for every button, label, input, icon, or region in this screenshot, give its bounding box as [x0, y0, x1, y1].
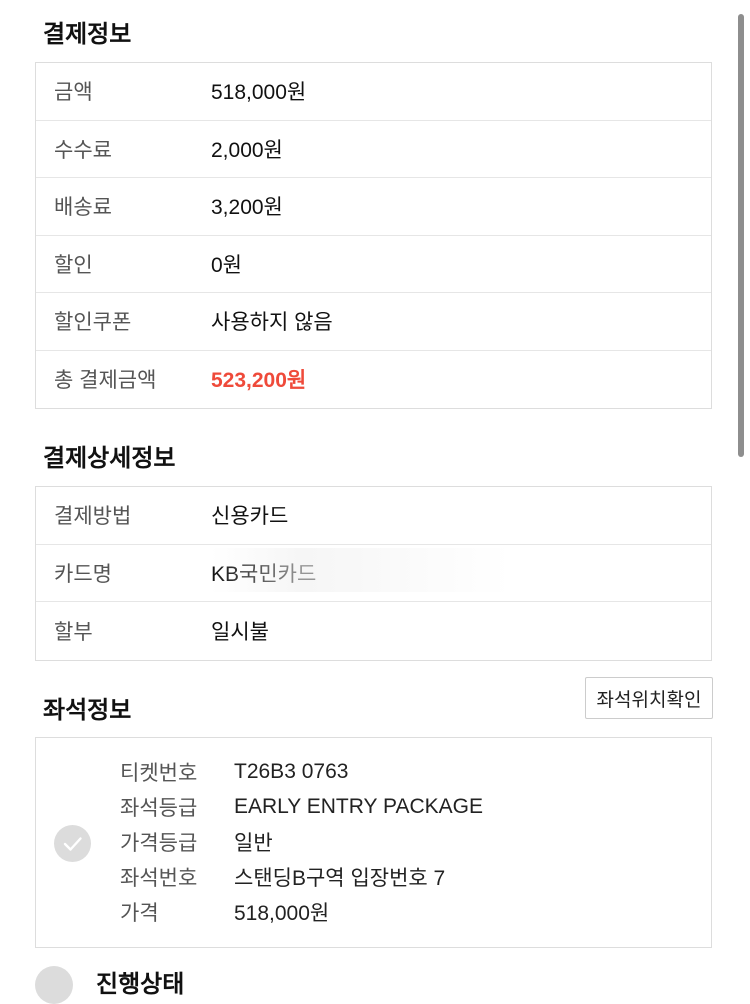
row-label: 카드명	[54, 562, 112, 586]
seat-detail-list: 티켓번호 T26B3 0763 좌석등급 EARLY ENTRY PACKAGE…	[120, 754, 483, 929]
seat-line-seat-grade: 좌석등급 EARLY ENTRY PACKAGE	[120, 789, 483, 824]
row-label: 결제방법	[54, 505, 132, 529]
row-value: 518,000원	[211, 81, 307, 105]
row-label: 할부	[54, 620, 93, 644]
status-circle-icon	[35, 966, 73, 1004]
seat-value: 일반	[234, 831, 273, 855]
row-value: 0원	[211, 253, 242, 277]
payment-detail-title: 결제상세정보	[43, 445, 176, 472]
seat-label: 티켓번호	[120, 761, 198, 785]
payment-info-title: 결제정보	[43, 21, 132, 48]
seat-info-title: 좌석정보	[43, 697, 132, 724]
seat-line-price: 가격 518,000원	[120, 894, 483, 929]
payment-row-fee: 수수료 2,000원	[36, 121, 711, 178]
seat-label: 가격등급	[120, 831, 198, 855]
seat-label: 좌석번호	[120, 866, 198, 890]
seat-value: 518,000원	[234, 901, 330, 925]
payment-row-discount: 할인 0원	[36, 236, 711, 293]
detail-row-installment: 할부 일시불	[36, 602, 711, 660]
row-label: 수수료	[54, 138, 112, 162]
payment-detail-table: 결제방법 신용카드 카드명 KB국민카드 할부 일시불	[35, 486, 712, 661]
total-amount: 523,200원	[211, 369, 307, 393]
seat-value: 스탠딩B구역 입장번호 7	[234, 866, 446, 890]
detail-row-card: 카드명 KB국민카드	[36, 545, 711, 602]
detail-row-method: 결제방법 신용카드	[36, 487, 711, 545]
row-value: 사용하지 않음	[211, 311, 333, 335]
check-circle-icon[interactable]	[54, 825, 91, 862]
row-value: 2,000원	[211, 138, 283, 162]
card-name-value: KB국민카드	[211, 547, 511, 592]
row-label: 배송료	[54, 196, 112, 220]
seat-line-ticket-number: 티켓번호 T26B3 0763	[120, 754, 483, 789]
row-value: 3,200원	[211, 196, 283, 220]
payment-row-total: 총 결제금액 523,200원	[36, 351, 711, 409]
row-value: KB국민카드	[211, 562, 317, 586]
seat-label: 가격	[120, 901, 159, 925]
row-value: 일시불	[211, 620, 269, 644]
payment-row-coupon: 할인쿠폰 사용하지 않음	[36, 293, 711, 351]
row-value: 신용카드	[211, 505, 289, 529]
row-label: 금액	[54, 81, 93, 105]
row-label: 할인쿠폰	[54, 311, 132, 335]
seat-label: 좌석등급	[120, 796, 198, 820]
row-label: 총 결제금액	[54, 369, 157, 393]
progress-status-title: 진행상태	[96, 971, 185, 998]
payment-row-amount: 금액 518,000원	[36, 63, 711, 121]
seat-value: T26B3 0763	[234, 759, 349, 783]
seat-line-price-grade: 가격등급 일반	[120, 824, 483, 859]
payment-info-table: 금액 518,000원 수수료 2,000원 배송료 3,200원 할인 0원 …	[35, 62, 712, 409]
scrollbar[interactable]	[738, 14, 744, 457]
row-label: 할인	[54, 253, 93, 277]
seat-value: EARLY ENTRY PACKAGE	[234, 794, 483, 818]
seat-location-button[interactable]: 좌석위치확인	[585, 677, 713, 719]
payment-row-shipping: 배송료 3,200원	[36, 178, 711, 236]
seat-info-box: 티켓번호 T26B3 0763 좌석등급 EARLY ENTRY PACKAGE…	[35, 737, 712, 948]
seat-line-seat-number: 좌석번호 스탠딩B구역 입장번호 7	[120, 859, 483, 894]
